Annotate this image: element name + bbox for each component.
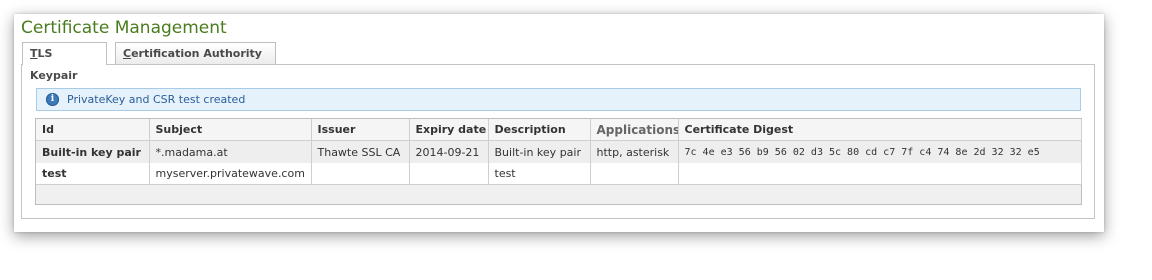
tab-tls-keypair[interactable]: TLS Keypair bbox=[22, 42, 107, 82]
cell-description: Built-in key pair bbox=[488, 140, 591, 163]
cell-applications: http, asterisk bbox=[590, 140, 679, 163]
column-header-expiry-date[interactable]: Expiry date bbox=[409, 119, 489, 141]
tab-accel-key: C bbox=[123, 47, 132, 60]
info-icon: i bbox=[46, 93, 59, 106]
column-header-id[interactable]: Id bbox=[36, 119, 150, 141]
column-header-certificate-digest[interactable]: Certificate Digest bbox=[678, 119, 1082, 141]
cell-certificate-digest: 7c 4e e3 56 b9 56 02 d3 5c 80 cd c7 7f c… bbox=[678, 140, 1082, 163]
tab-accel-key: T bbox=[30, 47, 38, 60]
cell-subject: *.madama.at bbox=[149, 140, 312, 163]
tab-label: LS Keypair bbox=[30, 47, 78, 82]
cell-expiry-date: 2014-09-21 bbox=[409, 140, 489, 163]
certificate-management-window: Certificate Management TLS Keypair Certi… bbox=[14, 14, 1104, 232]
cell-issuer bbox=[311, 163, 410, 185]
cell-issuer: Thawte SSL CA bbox=[311, 140, 410, 163]
column-header-issuer[interactable]: Issuer bbox=[311, 119, 410, 141]
column-header-subject[interactable]: Subject bbox=[149, 119, 312, 141]
table-row[interactable]: test myserver.privatewave.com test bbox=[36, 163, 1082, 185]
cell-certificate-digest bbox=[678, 163, 1082, 185]
cell-id: Built-in key pair bbox=[36, 140, 150, 163]
column-header-applications[interactable]: Applications bbox=[590, 119, 679, 141]
info-message: PrivateKey and CSR test created bbox=[67, 93, 246, 106]
page-title: Certificate Management bbox=[21, 18, 227, 38]
cell-expiry-date bbox=[409, 163, 489, 185]
cell-description: test bbox=[488, 163, 591, 185]
cell-applications bbox=[590, 163, 679, 185]
cell-subject: myserver.privatewave.com bbox=[149, 163, 312, 185]
certificate-table: Id Subject Issuer Expiry date Descriptio… bbox=[35, 118, 1082, 205]
table-row[interactable]: Built-in key pair *.madama.at Thawte SSL… bbox=[36, 140, 1082, 163]
tab-certification-authority-list[interactable]: Certification Authority list bbox=[115, 42, 276, 82]
cell-id: test bbox=[36, 163, 150, 185]
table-header-row: Id Subject Issuer Expiry date Descriptio… bbox=[36, 119, 1082, 141]
tab-panel: i PrivateKey and CSR test created Id Sub… bbox=[21, 64, 1095, 219]
column-header-description[interactable]: Description bbox=[488, 119, 591, 141]
info-message-bar: i PrivateKey and CSR test created bbox=[36, 88, 1081, 111]
